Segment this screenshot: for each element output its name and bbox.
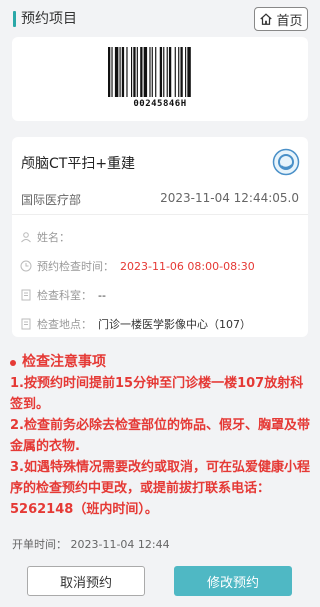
cancel-appointment-button[interactable]: 取消预约 <box>27 566 145 596</box>
open-time: 开单时间： 2023-11-04 12:44 <box>12 536 170 552</box>
exam-info-card: 颅脑CT平扫+重建 国际医疗部 2023-11-04 12:44:05.0 姓名… <box>12 137 308 337</box>
appointment-time-label: 预约检查时间： <box>37 260 114 273</box>
created-time: 2023-11-04 12:44:05.0 <box>160 191 299 205</box>
barcode-number: 00245846H <box>133 99 187 109</box>
appointment-time-value: 2023-11-06 08:00-08:30 <box>120 259 255 273</box>
department: 国际医疗部 <box>21 193 82 207</box>
exam-location-value: 门诊一楼医学影像中心（107） <box>98 318 251 331</box>
notice-title-row: 检查注意事项 <box>10 352 310 373</box>
home-label: 首页 <box>276 13 303 29</box>
user-icon <box>21 232 31 243</box>
bullet-dot <box>10 359 16 366</box>
clock-icon <box>20 260 32 272</box>
exam-location-row: 检查地点： 门诊一楼医学影像中心（107） <box>20 316 251 332</box>
patient-name-row: 姓名： <box>20 229 76 245</box>
home-icon <box>260 13 273 25</box>
page-title: 预约项目 <box>21 11 77 27</box>
modify-appointment-button[interactable]: 修改预约 <box>174 566 292 596</box>
divider <box>12 214 308 215</box>
document-icon <box>21 289 31 301</box>
notice-item: 3.如遇特殊情况需要改约或取消，可在弘爱健康小程序的检查预约中更改，或提前拔打联… <box>10 460 310 517</box>
notice-item: 1.按预约时间提前15分钟至门诊楼一楼107放射科签到。 <box>10 376 304 412</box>
exam-department-label: 检查科室： <box>37 289 92 302</box>
patient-name-label: 姓名： <box>37 231 70 244</box>
exam-department-row: 检查科室： -- <box>20 287 106 303</box>
home-button[interactable]: 首页 <box>254 7 308 31</box>
scan-icon <box>272 148 300 176</box>
exam-name: 颅脑CT平扫+重建 <box>21 156 136 172</box>
exam-department-value: -- <box>98 288 106 302</box>
appointment-time-row: 预约检查时间： 2023-11-06 08:00-08:30 <box>20 258 255 274</box>
barcode-image <box>108 47 191 97</box>
open-time-label: 开单时间： <box>12 538 67 551</box>
notice-title: 检查注意事项 <box>22 354 106 370</box>
exam-notice: 检查注意事项 1.按预约时间提前15分钟至门诊楼一楼107放射科签到。 2.检查… <box>10 352 310 520</box>
document-icon <box>21 318 31 330</box>
header: 预约项目 首页 <box>0 0 320 40</box>
open-time-value: 2023-11-04 12:44 <box>70 538 170 551</box>
notice-item: 2.检查前务必除去检查部位的饰品、假牙、胸罩及带金属的衣物. <box>10 418 310 454</box>
exam-location-label: 检查地点： <box>37 318 92 331</box>
title-accent-bar <box>13 11 16 27</box>
barcode-card: 00245846H <box>12 37 308 121</box>
